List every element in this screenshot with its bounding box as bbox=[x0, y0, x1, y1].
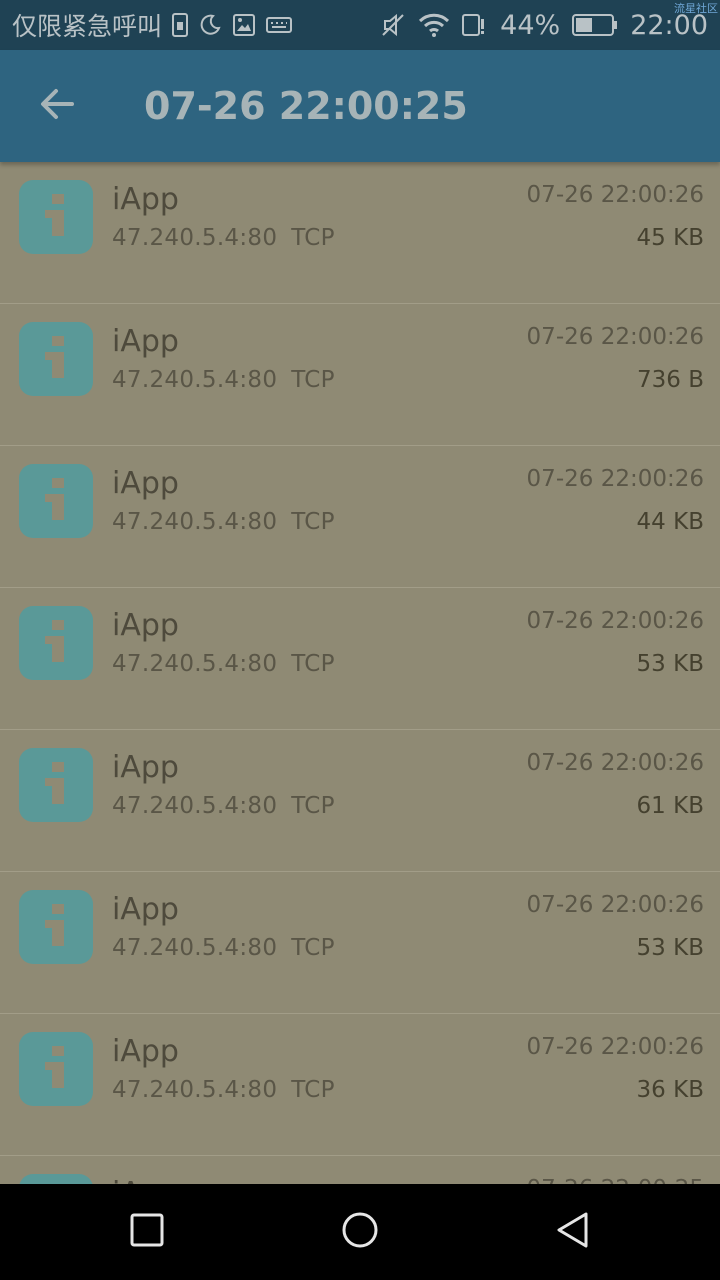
app-bar: 07-26 22:00:25 bbox=[0, 50, 720, 162]
app-icon bbox=[19, 180, 93, 254]
connection-details: 47.240.5.4:80 TCP bbox=[112, 225, 335, 251]
wifi-icon bbox=[418, 12, 450, 38]
connection-details: 47.240.5.4:80 TCP bbox=[112, 1077, 335, 1103]
data-size: 36 KB bbox=[636, 1077, 704, 1103]
protocol-label: TCP bbox=[291, 367, 335, 393]
app-icon bbox=[19, 1032, 93, 1106]
carrier-text: 仅限紧急呼叫 bbox=[12, 12, 163, 41]
watermark-text: 流星社区 bbox=[674, 2, 718, 15]
protocol-label: TCP bbox=[291, 651, 335, 677]
list-item[interactable]: iApp 47.240.5.4:80 TCP 07-26 22:00:26 736… bbox=[0, 304, 720, 446]
protocol-label: TCP bbox=[291, 225, 335, 251]
connection-list[interactable]: iApp 47.240.5.4:80 TCP 07-26 22:00:26 45 … bbox=[0, 162, 720, 1184]
remote-address: 47.240.5.4:80 bbox=[112, 935, 278, 961]
app-name: iApp bbox=[112, 466, 179, 501]
data-size: 53 KB bbox=[636, 651, 704, 677]
image-icon bbox=[232, 13, 256, 37]
timestamp: 07-26 22:00:25 bbox=[527, 1176, 704, 1184]
app-name: iApp bbox=[112, 182, 179, 217]
list-item[interactable]: iApp 47.240.5.4:80 TCP 07-26 22:00:26 45 … bbox=[0, 162, 720, 304]
navigation-bar bbox=[0, 1184, 720, 1280]
app-name: iApp bbox=[112, 324, 179, 359]
connection-details: 47.240.5.4:80 TCP bbox=[112, 935, 335, 961]
timestamp: 07-26 22:00:26 bbox=[526, 608, 704, 634]
keyboard-icon bbox=[266, 15, 293, 35]
sim-alert-icon bbox=[462, 12, 488, 38]
app-icon bbox=[19, 1174, 93, 1184]
timestamp: 07-26 22:00:26 bbox=[526, 324, 704, 350]
data-size: 53 KB bbox=[636, 935, 704, 961]
connection-details: 47.240.5.4:80 TCP bbox=[112, 651, 335, 677]
data-size: 45 KB bbox=[636, 225, 704, 251]
protocol-label: TCP bbox=[291, 793, 335, 819]
app-icon bbox=[19, 322, 93, 396]
timestamp: 07-26 22:00:26 bbox=[526, 466, 704, 492]
battery-icon bbox=[572, 13, 618, 37]
home-circle-icon bbox=[340, 1210, 380, 1254]
list-item[interactable]: iApp 47.240.5.4:80 TCP 07-26 22:00:26 36 … bbox=[0, 1014, 720, 1156]
mute-icon bbox=[380, 12, 406, 38]
status-bar: 仅限紧急呼叫 44% 22:00 流星社区 bbox=[0, 0, 720, 50]
home-button[interactable] bbox=[320, 1192, 400, 1272]
timestamp: 07-26 22:00:26 bbox=[526, 750, 704, 776]
remote-address: 47.240.5.4:80 bbox=[112, 509, 278, 535]
app-name: iApp bbox=[112, 1034, 179, 1069]
arrow-back-icon bbox=[38, 85, 76, 127]
moon-icon bbox=[198, 13, 222, 37]
system-back-button[interactable] bbox=[533, 1192, 613, 1272]
data-size: 44 KB bbox=[636, 509, 704, 535]
app-icon bbox=[19, 890, 93, 964]
remote-address: 47.240.5.4:80 bbox=[112, 651, 278, 677]
app-icon bbox=[19, 606, 93, 680]
app-name: iApp bbox=[112, 892, 179, 927]
sim-icon bbox=[172, 13, 189, 37]
protocol-label: TCP bbox=[291, 509, 335, 535]
connection-details: 47.240.5.4:80 TCP bbox=[112, 367, 335, 393]
protocol-label: TCP bbox=[291, 935, 335, 961]
list-item[interactable]: iApp 47.240.5.4:80 TCP 07-26 22:00:26 44 … bbox=[0, 446, 720, 588]
remote-address: 47.240.5.4:80 bbox=[112, 1077, 278, 1103]
protocol-label: TCP bbox=[291, 1077, 335, 1103]
battery-percent: 44% bbox=[500, 9, 561, 41]
data-size: 736 B bbox=[637, 367, 704, 393]
connection-details: 47.240.5.4:80 TCP bbox=[112, 793, 335, 819]
back-button[interactable] bbox=[2, 50, 112, 162]
list-item[interactable]: iApp 47.240.5.4:80 TCP 07-26 22:00:26 53 … bbox=[0, 588, 720, 730]
recents-button[interactable] bbox=[107, 1192, 187, 1272]
remote-address: 47.240.5.4:80 bbox=[112, 367, 278, 393]
list-item[interactable]: iApp 07-26 22:00:25 bbox=[0, 1156, 720, 1184]
timestamp: 07-26 22:00:26 bbox=[526, 1034, 704, 1060]
data-size: 61 KB bbox=[636, 793, 704, 819]
remote-address: 47.240.5.4:80 bbox=[112, 793, 278, 819]
app-icon bbox=[19, 748, 93, 822]
app-name: iApp bbox=[112, 1176, 179, 1184]
app-name: iApp bbox=[112, 750, 179, 785]
connection-details: 47.240.5.4:80 TCP bbox=[112, 509, 335, 535]
page-title: 07-26 22:00:25 bbox=[144, 84, 468, 128]
list-item[interactable]: iApp 47.240.5.4:80 TCP 07-26 22:00:26 53 … bbox=[0, 872, 720, 1014]
back-triangle-icon bbox=[553, 1210, 593, 1254]
list-item[interactable]: iApp 47.240.5.4:80 TCP 07-26 22:00:26 61 … bbox=[0, 730, 720, 872]
app-name: iApp bbox=[112, 608, 179, 643]
app-icon bbox=[19, 464, 93, 538]
timestamp: 07-26 22:00:26 bbox=[526, 182, 704, 208]
recents-square-icon bbox=[129, 1212, 165, 1252]
timestamp: 07-26 22:00:26 bbox=[526, 892, 704, 918]
remote-address: 47.240.5.4:80 bbox=[112, 225, 278, 251]
